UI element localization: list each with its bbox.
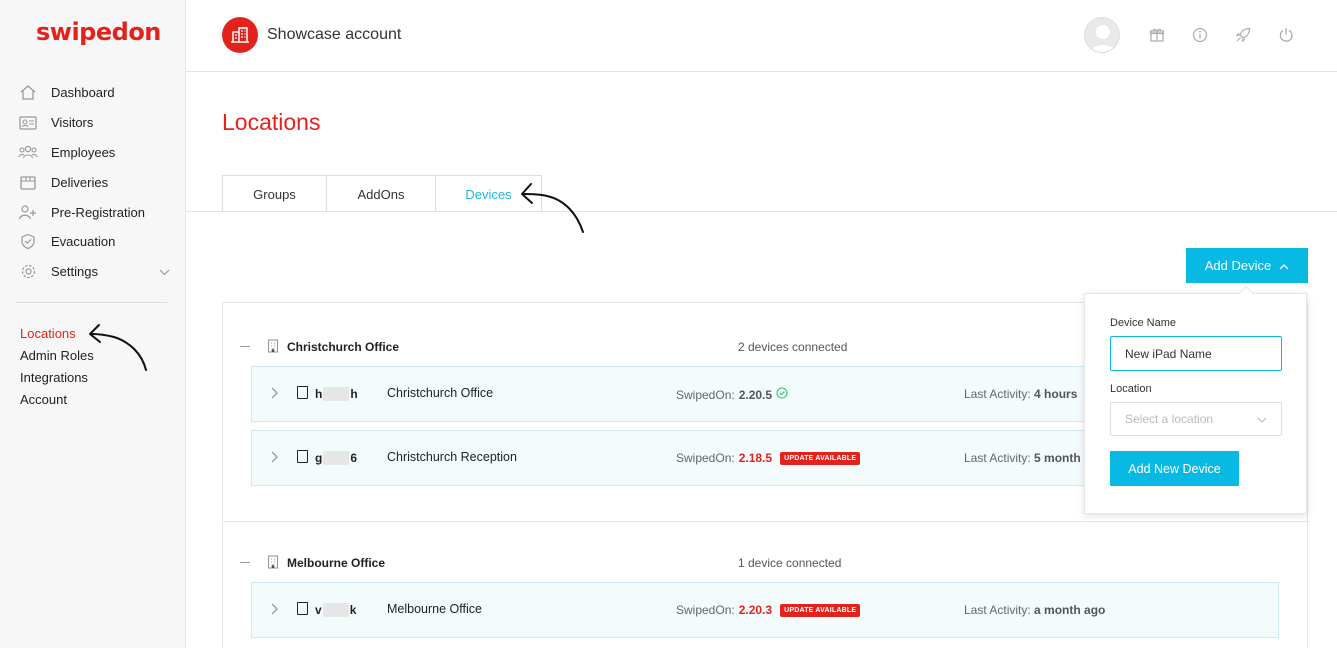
device-name-input[interactable] (1110, 336, 1282, 371)
location-name: Melbourne Office (287, 556, 386, 570)
sidebar-item-locations[interactable]: Locations (20, 323, 94, 345)
redacted-mask (323, 387, 350, 401)
last-activity: Last Activity: 5 month (964, 451, 1081, 465)
tabs-divider (186, 211, 1337, 212)
rocket-icon[interactable] (1233, 25, 1253, 45)
gear-icon (18, 263, 38, 281)
swipedon-logo[interactable]: swipedon (36, 18, 161, 46)
chevron-up-icon (1279, 258, 1289, 273)
device-name-label: Device Name (1110, 317, 1177, 329)
location-group-header: Melbourne Office 1 device connected (223, 548, 1309, 578)
avatar[interactable] (1084, 17, 1120, 53)
sidebar-item-evacuation[interactable]: Evacuation (18, 227, 170, 257)
top-header: Showcase account (186, 0, 1337, 72)
tablet-icon (297, 386, 308, 399)
collapse-icon[interactable] (240, 562, 250, 563)
add-device-dropdown: Device Name Location Select a location A… (1084, 285, 1307, 514)
dropdown-arrow (1238, 285, 1254, 301)
sidebar: swipedon Dashboard Visitors Employees De… (0, 0, 186, 648)
last-activity: Last Activity: 4 hours (964, 387, 1078, 401)
location-name: Christchurch Office (287, 340, 400, 354)
tab-groups[interactable]: Groups (222, 175, 327, 212)
device-name: Christchurch Office (387, 386, 494, 400)
device-version: SwipedOn: 2.18.5 UPDATE AVAILABLE (676, 451, 861, 465)
add-device-label: Add Device (1204, 258, 1272, 273)
device-count: 1 device connected (738, 556, 842, 570)
device-version: SwipedOn: 2.20.3 UPDATE AVAILABLE (676, 603, 861, 617)
device-count: 2 devices connected (738, 340, 848, 354)
account-name[interactable]: Showcase account (267, 26, 401, 44)
add-device-button[interactable]: Add Device (1186, 248, 1308, 283)
device-id: vk (315, 603, 357, 617)
check-circle-icon (776, 387, 788, 402)
chevron-down-icon (1257, 412, 1267, 426)
sidebar-item-dashboard[interactable]: Dashboard (18, 78, 170, 108)
redacted-mask (322, 603, 349, 617)
sidebar-item-label: Evacuation (51, 234, 116, 250)
sidebar-item-label: Dashboard (51, 85, 115, 101)
main-nav: Dashboard Visitors Employees Deliveries … (18, 78, 170, 287)
device-name: Christchurch Reception (387, 450, 517, 464)
collapse-icon[interactable] (240, 346, 250, 347)
sidebar-item-visitors[interactable]: Visitors (18, 108, 170, 138)
chevron-right-icon[interactable] (270, 602, 278, 620)
location-divider (223, 521, 1309, 522)
sidebar-item-admin-roles[interactable]: Admin Roles (20, 345, 94, 367)
device-id: g6 (315, 451, 358, 465)
tablet-icon (297, 450, 308, 463)
tab-addons[interactable]: AddOns (327, 175, 436, 212)
tab-devices[interactable]: Devices (436, 175, 542, 212)
visitor-card-icon (18, 114, 38, 132)
sidebar-item-label: Settings (51, 264, 98, 280)
location-select[interactable]: Select a location (1110, 402, 1282, 436)
users-icon (18, 143, 38, 161)
tablet-icon (297, 602, 308, 615)
device-version: SwipedOn: 2.20.5 (676, 387, 788, 402)
shield-icon (18, 233, 38, 251)
location-tabs: Groups AddOns Devices (222, 175, 542, 212)
power-icon[interactable] (1276, 25, 1296, 45)
sidebar-item-settings[interactable]: Settings (18, 257, 170, 287)
building-icon (267, 555, 279, 574)
chevron-right-icon[interactable] (270, 386, 278, 404)
sidebar-item-deliveries[interactable]: Deliveries (18, 167, 170, 197)
sidebar-item-integrations[interactable]: Integrations (20, 367, 94, 389)
sidebar-item-label: Employees (51, 144, 116, 160)
building-icon (267, 339, 279, 358)
update-available-badge[interactable]: UPDATE AVAILABLE (780, 451, 861, 465)
redacted-mask (323, 451, 350, 465)
sub-nav: Locations Admin Roles Integrations Accou… (20, 323, 94, 411)
sidebar-item-label: Pre-Registration (51, 204, 145, 220)
location-select-placeholder: Select a location (1125, 412, 1214, 426)
page-title: Locations (222, 109, 321, 135)
sidebar-item-pre-registration[interactable]: Pre-Registration (18, 197, 170, 227)
sidebar-item-employees[interactable]: Employees (18, 138, 170, 168)
device-row[interactable]: vk Melbourne Office SwipedOn: 2.20.3 UPD… (251, 582, 1279, 638)
building-icon[interactable] (222, 17, 258, 53)
gift-icon[interactable] (1147, 25, 1167, 45)
sidebar-item-label: Deliveries (51, 174, 109, 190)
user-plus-icon (18, 203, 38, 221)
sidebar-item-account[interactable]: Account (20, 389, 94, 411)
chevron-right-icon[interactable] (270, 450, 278, 468)
last-activity: Last Activity: a month ago (964, 603, 1106, 617)
info-icon[interactable] (1190, 25, 1210, 45)
device-name: Melbourne Office (387, 602, 482, 616)
sidebar-item-label: Visitors (51, 115, 94, 131)
location-label: Location (1110, 383, 1152, 395)
home-icon (18, 84, 38, 102)
sidebar-divider (15, 302, 167, 303)
box-icon (18, 173, 38, 191)
update-available-badge[interactable]: UPDATE AVAILABLE (780, 603, 861, 617)
device-id: hh (315, 387, 358, 401)
chevron-down-icon[interactable] (159, 264, 170, 279)
add-new-device-button[interactable]: Add New Device (1110, 451, 1239, 486)
